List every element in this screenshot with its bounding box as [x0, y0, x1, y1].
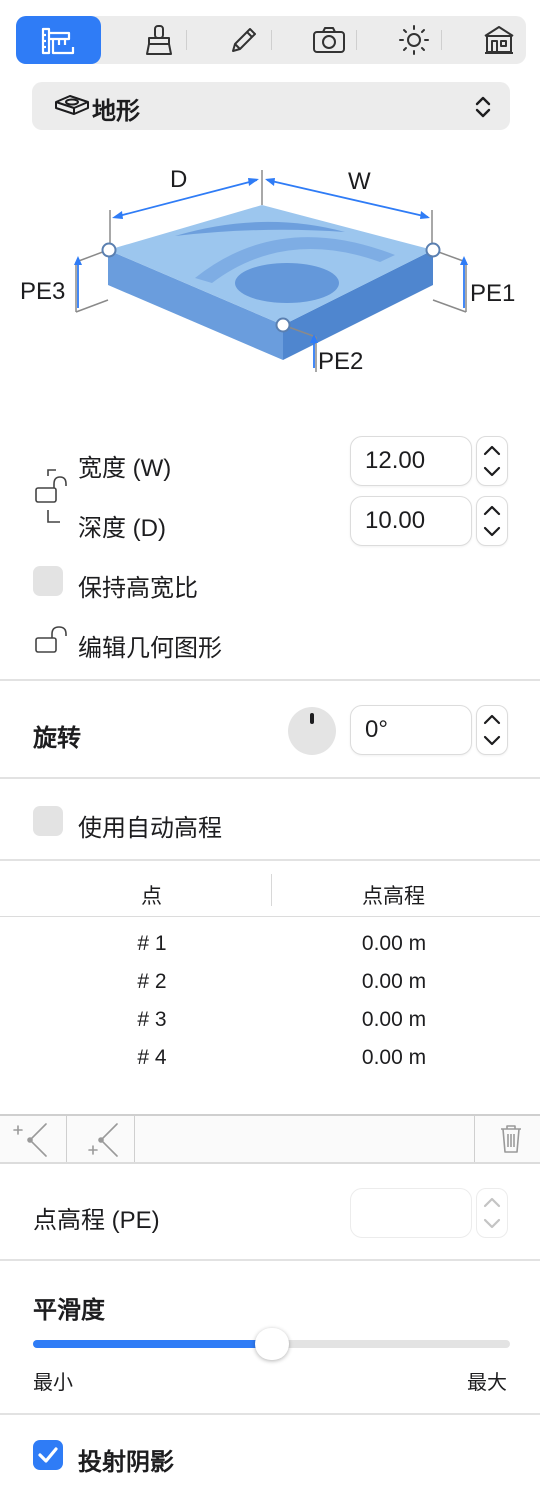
building-icon — [483, 26, 514, 54]
point-elevation-label: 点高程 (PE) — [33, 1207, 160, 1234]
element-type-label: 地形 — [92, 98, 140, 125]
label-depth-d: D — [170, 166, 188, 193]
auto-elevation-checkbox[interactable] — [33, 806, 63, 836]
slider-fill — [33, 1340, 272, 1348]
elevation-cell: 0.00 m — [361, 1008, 427, 1031]
add-vertex-icon — [88, 1123, 118, 1157]
point-elevation-stepper[interactable] — [476, 1188, 508, 1238]
table-action-bar — [0, 1116, 540, 1162]
column-header-point[interactable]: 点 — [141, 880, 162, 910]
elevation-cell: 0.00 m — [361, 932, 427, 955]
tab-light[interactable] — [371, 16, 456, 64]
label-pe3: PE3 — [20, 278, 66, 305]
label-width-w: W — [348, 168, 371, 195]
add-point-before-button[interactable] — [0, 1116, 67, 1162]
depth-label: 深度 (D) — [78, 515, 166, 542]
stepper-arrows-icon — [483, 1197, 501, 1229]
label-pe2: PE2 — [318, 348, 364, 375]
table-row[interactable]: # 4 0.00 m — [0, 1046, 540, 1076]
cast-shadow-checkbox[interactable] — [33, 1440, 63, 1470]
add-vertex-icon — [13, 1123, 47, 1157]
add-point-after-button[interactable] — [67, 1116, 135, 1162]
keep-ratio-checkbox[interactable] — [33, 566, 63, 596]
table-row[interactable]: # 2 0.00 m — [0, 970, 540, 1000]
toolbar — [16, 16, 526, 64]
rotation-stepper[interactable] — [476, 705, 508, 755]
tab-material[interactable] — [116, 16, 201, 64]
depth-field[interactable]: 10.00 — [350, 496, 472, 546]
slider-max-label: 最大 — [467, 1372, 507, 1394]
depth-stepper[interactable] — [476, 496, 508, 546]
chevron-updown-icon — [475, 96, 491, 118]
camera-icon — [312, 27, 345, 53]
slider-min-label: 最小 — [33, 1372, 73, 1394]
divider — [0, 1413, 540, 1415]
divider — [0, 679, 540, 681]
divider — [0, 777, 540, 779]
width-field[interactable]: 12.00 — [350, 436, 472, 486]
point-elevation-field[interactable] — [350, 1188, 472, 1238]
point-cell: # 4 — [137, 1046, 167, 1069]
edit-geometry-label[interactable]: 编辑几何图形 — [78, 628, 222, 663]
keep-ratio-label: 保持高宽比 — [78, 575, 198, 602]
delete-point-button[interactable] — [474, 1116, 540, 1162]
sun-icon — [398, 25, 429, 55]
smoothness-slider[interactable] — [33, 1328, 510, 1360]
column-header-elevation[interactable]: 点高程 — [362, 880, 425, 910]
tab-building[interactable] — [456, 16, 540, 64]
brush-icon — [145, 25, 172, 55]
stepper-arrows-icon — [483, 445, 501, 477]
stepper-arrows-icon — [483, 505, 501, 537]
divider — [0, 859, 540, 861]
stepper-arrows-icon — [483, 714, 501, 746]
tab-drawing[interactable] — [201, 16, 286, 64]
elevation-cell: 0.00 m — [361, 1046, 427, 1069]
terrain-diagram: D W PE1 PE2 PE3 — [0, 150, 540, 390]
elevation-cell: 0.00 m — [361, 970, 427, 993]
smoothness-label: 平滑度 — [33, 1297, 105, 1324]
auto-elevation-label: 使用自动高程 — [78, 815, 222, 842]
point-cell: # 2 — [137, 970, 167, 993]
tab-dimensions[interactable] — [16, 16, 101, 64]
cast-shadow-label: 投射阴影 — [78, 1449, 174, 1476]
element-type-dropdown[interactable]: 地形 — [32, 82, 510, 130]
terrain-icon — [55, 95, 89, 115]
table-row[interactable]: # 3 0.00 m — [0, 1008, 540, 1038]
points-table: 点 点高程 # 1 0.00 m # 2 0.00 m # 3 0.00 m #… — [0, 862, 540, 1114]
label-pe1: PE1 — [470, 280, 516, 307]
ruler-triangle-icon — [41, 27, 74, 55]
point-cell: # 1 — [137, 932, 167, 955]
pencil-icon — [231, 28, 256, 52]
table-row[interactable]: # 1 0.00 m — [0, 932, 540, 962]
point-cell: # 3 — [137, 1008, 167, 1031]
trash-icon — [501, 1125, 521, 1153]
divider — [0, 1162, 540, 1164]
width-stepper[interactable] — [476, 436, 508, 486]
divider — [0, 1259, 540, 1261]
rotation-dial[interactable] — [288, 707, 336, 755]
unlock-icon[interactable] — [34, 624, 70, 656]
width-label: 宽度 (W) — [78, 455, 172, 482]
rotation-field[interactable]: 0° — [350, 705, 472, 755]
link-bracket-icon — [35, 469, 67, 523]
checkmark-icon — [38, 1447, 58, 1463]
slider-thumb[interactable] — [255, 1328, 289, 1360]
rotation-label: 旋转 — [33, 725, 81, 752]
tab-camera[interactable] — [286, 16, 371, 64]
